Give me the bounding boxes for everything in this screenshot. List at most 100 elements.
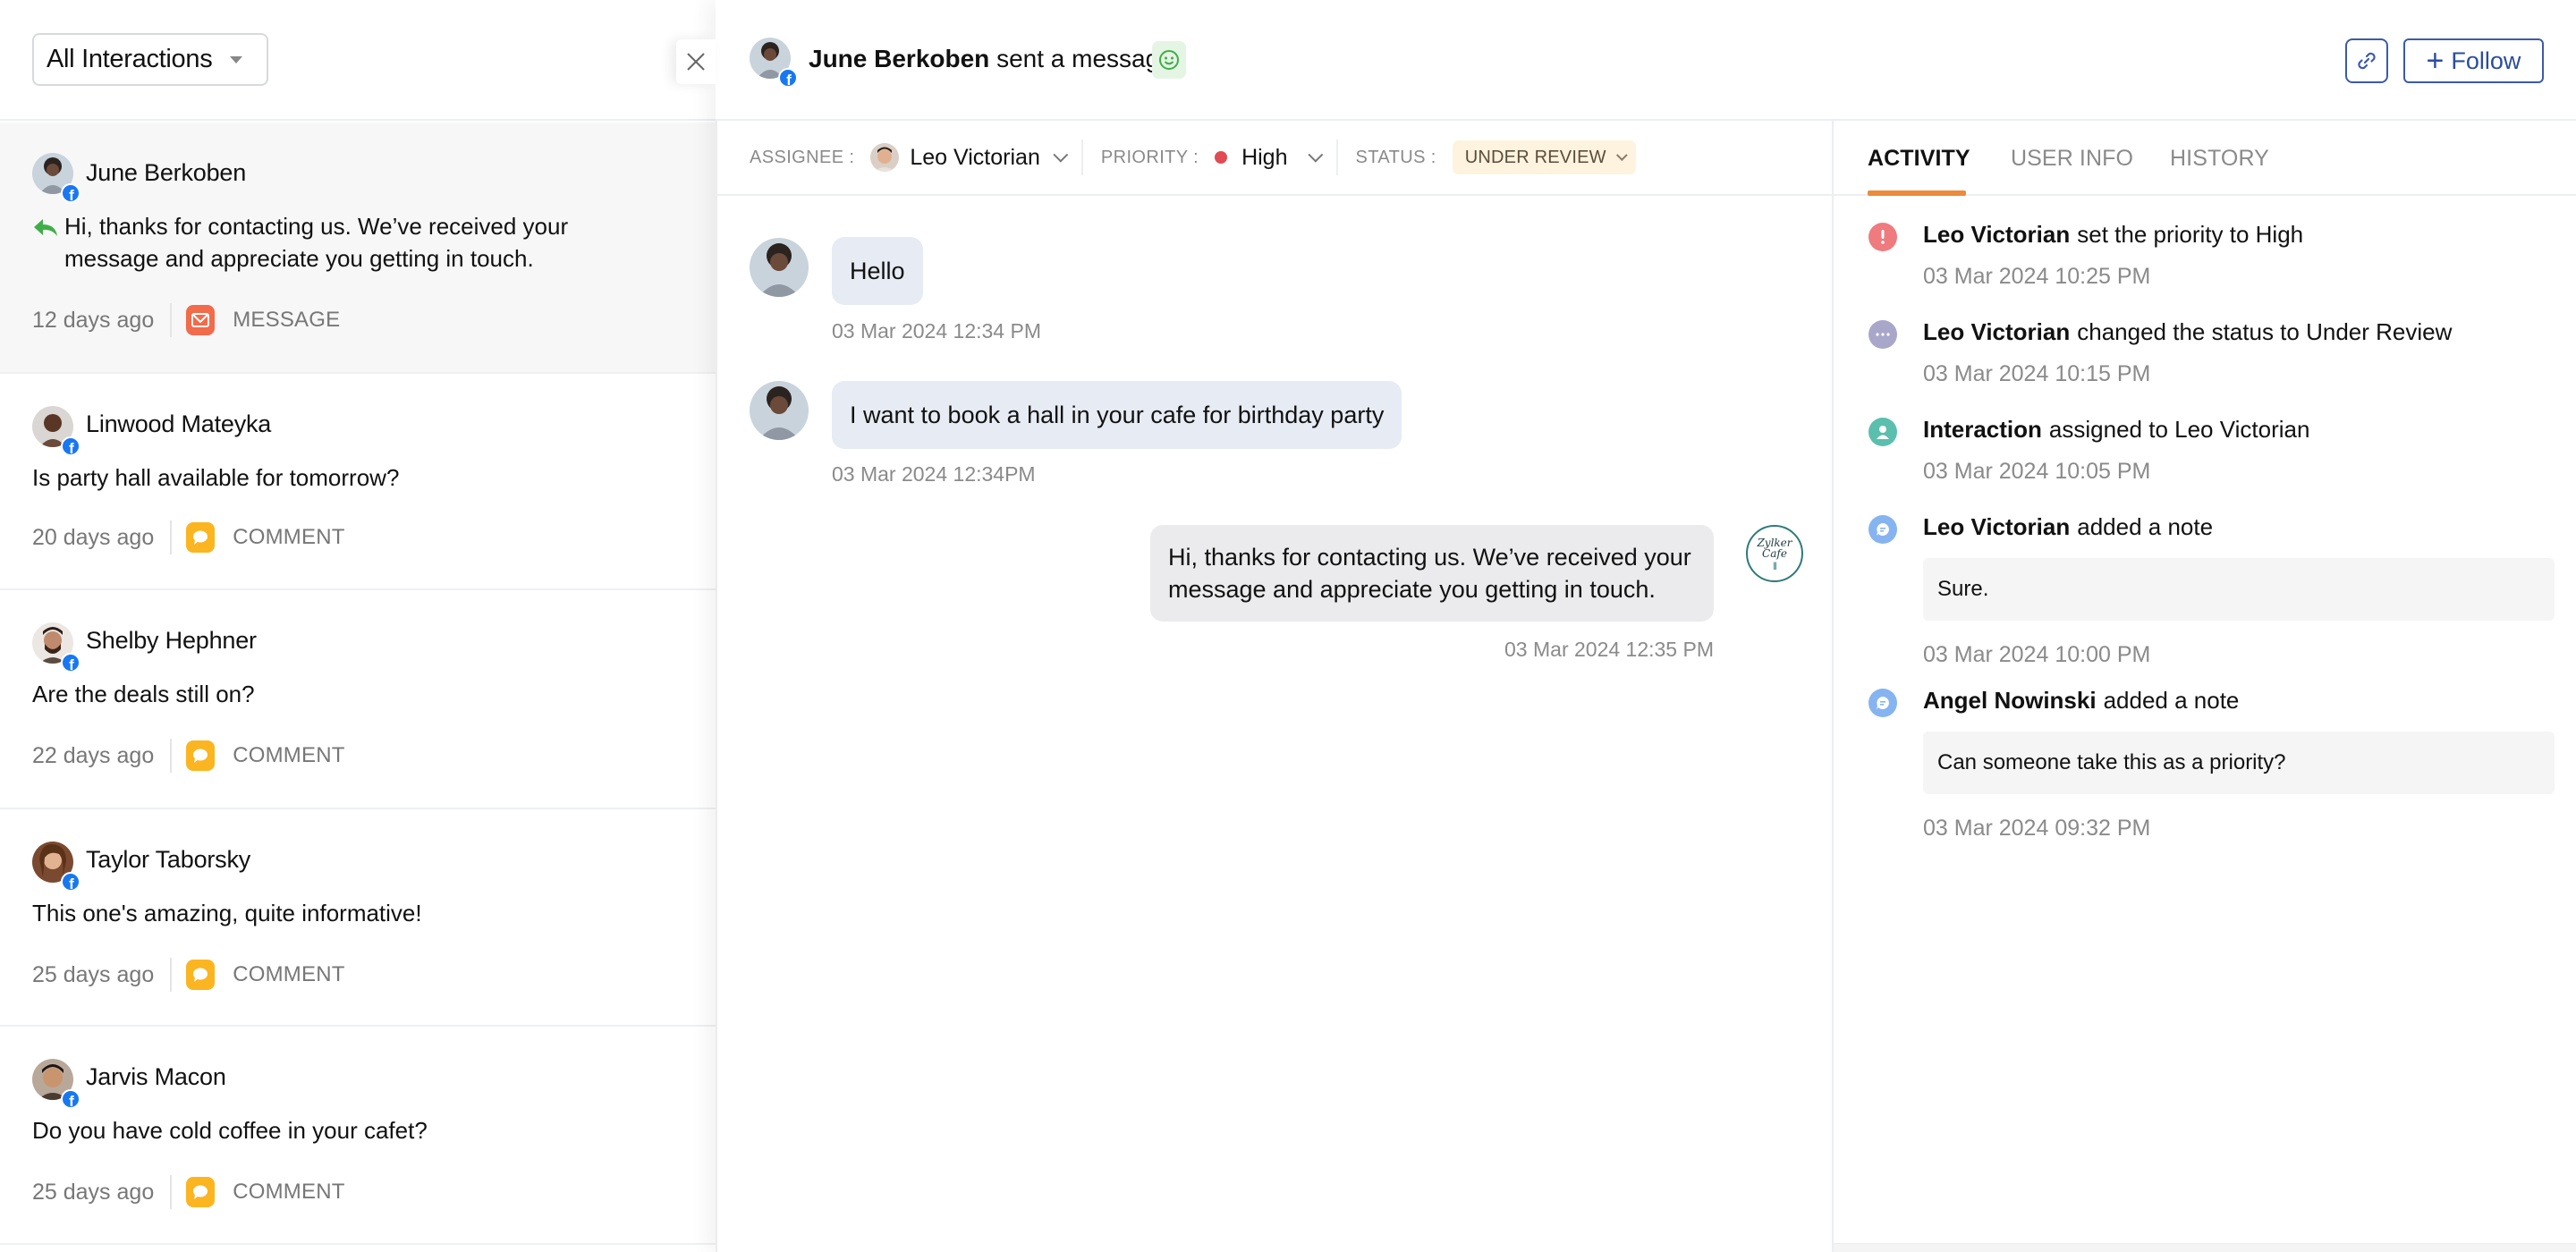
interaction-age: 25 days ago bbox=[32, 1179, 155, 1205]
interactions-panel: All Interactions f June Berkoben Hi, tha… bbox=[0, 0, 716, 1252]
conversation-action: sent a message bbox=[996, 45, 1174, 72]
interaction-message: Are the deals still on? bbox=[32, 681, 255, 707]
interaction-age: 12 days ago bbox=[32, 307, 155, 333]
status-value: UNDER REVIEW bbox=[1464, 147, 1606, 167]
interaction-meta: 25 days ago COMMENT bbox=[32, 958, 345, 992]
brand-name-line2: Cafe bbox=[1762, 547, 1787, 560]
details-tabs: ACTIVITY USER INFO HISTORY bbox=[1834, 121, 2576, 196]
status-dropdown[interactable]: UNDER REVIEW bbox=[1452, 140, 1636, 174]
interaction-meta: 12 days ago MESSAGE bbox=[32, 303, 340, 337]
follow-label: Follow bbox=[2451, 47, 2521, 74]
comment-icon bbox=[186, 740, 216, 771]
interaction-item[interactable]: f June Berkoben Hi, thanks for contactin… bbox=[0, 123, 716, 374]
divider bbox=[1335, 140, 1338, 175]
priority-dropdown[interactable]: High bbox=[1199, 144, 1323, 171]
avatar: f bbox=[32, 622, 80, 673]
interaction-item[interactable]: f Jarvis Macon Do you have cold coffee i… bbox=[0, 1027, 716, 1245]
interaction-message: Hi, thanks for contacting us. We’ve rece… bbox=[64, 213, 569, 272]
close-panel-button[interactable] bbox=[676, 39, 716, 84]
follow-button[interactable]: + Follow bbox=[2403, 38, 2544, 83]
tab-history[interactable]: HISTORY bbox=[2170, 146, 2269, 172]
sender-name[interactable]: June Berkoben bbox=[809, 45, 989, 72]
priority-dot-icon bbox=[1215, 151, 1228, 164]
details-panel: ACTIVITY USER INFO HISTORY Leo Victorian… bbox=[1832, 121, 2576, 1252]
customer-avatar bbox=[750, 381, 809, 440]
assignee-dropdown[interactable]: Leo Victorian bbox=[854, 143, 1069, 172]
interaction-meta: 22 days ago COMMENT bbox=[32, 739, 345, 773]
activity-description: set the priority to High bbox=[2077, 221, 2304, 248]
interaction-type: COMMENT bbox=[233, 525, 345, 549]
note-content: Can someone take this as a priority? bbox=[1923, 732, 2555, 794]
interaction-age: 22 days ago bbox=[32, 742, 155, 768]
message-time: 03 Mar 2024 12:35 PM bbox=[1504, 638, 1714, 661]
interaction-type: MESSAGE bbox=[233, 308, 341, 332]
activity-text: Angel Nowinski added a note bbox=[1923, 687, 2239, 715]
cutlery-icon: ||| bbox=[1772, 561, 1777, 570]
contact-name: Shelby Hephner bbox=[86, 627, 257, 654]
activity-time: 03 Mar 2024 10:25 PM bbox=[1923, 264, 2151, 289]
assignee-value: Leo Victorian bbox=[910, 144, 1040, 170]
caret-down-icon bbox=[230, 55, 243, 63]
facebook-icon: f bbox=[61, 653, 80, 673]
interaction-item[interactable]: f Taylor Taborsky This one's amazing, qu… bbox=[0, 809, 716, 1027]
activity-text: Leo Victorian set the priority to High bbox=[1923, 221, 2303, 249]
message-bubble: I want to book a hall in your cafe for b… bbox=[832, 381, 1402, 449]
more-icon bbox=[1868, 320, 1897, 349]
activity-actor: Interaction bbox=[1923, 416, 2042, 443]
interaction-item[interactable]: f Linwood Mateyka Is party hall availabl… bbox=[0, 374, 716, 590]
assignee-label: ASSIGNEE : bbox=[750, 147, 855, 167]
customer-avatar bbox=[750, 238, 809, 297]
contact-name: Taylor Taborsky bbox=[86, 846, 251, 873]
divider bbox=[170, 958, 173, 992]
facebook-icon: f bbox=[61, 1089, 80, 1109]
interaction-message: Is party hall available for tomorrow? bbox=[32, 464, 400, 491]
divider bbox=[170, 520, 173, 554]
note-icon bbox=[1868, 689, 1897, 717]
divider bbox=[1080, 140, 1083, 175]
activity-description: changed the status to Under Review bbox=[2077, 318, 2453, 345]
reply-bubble: Hi, thanks for contacting us. We’ve rece… bbox=[1150, 525, 1714, 622]
contact-name: Jarvis Macon bbox=[86, 1063, 226, 1090]
comment-icon bbox=[186, 960, 216, 990]
avatar: f bbox=[32, 153, 80, 203]
interaction-age: 25 days ago bbox=[32, 961, 155, 987]
comment-icon bbox=[186, 1177, 216, 1207]
copy-link-button[interactable] bbox=[2345, 38, 2388, 83]
activity-time: 03 Mar 2024 10:00 PM bbox=[1923, 642, 2151, 667]
activity-time: 03 Mar 2024 10:05 PM bbox=[1923, 459, 2151, 484]
note-content: Sure. bbox=[1923, 558, 2555, 621]
activity-actor: Leo Victorian bbox=[1923, 513, 2071, 540]
avatar: f bbox=[32, 1059, 80, 1109]
interaction-filter-dropdown[interactable]: All Interactions bbox=[32, 33, 268, 86]
activity-actor: Angel Nowinski bbox=[1923, 687, 2097, 714]
status-label: STATUS : bbox=[1355, 147, 1436, 167]
interaction-type: COMMENT bbox=[233, 962, 345, 986]
mail-icon bbox=[186, 305, 216, 335]
tab-user-info[interactable]: USER INFO bbox=[2011, 146, 2133, 172]
conversation-title: June Berkoben sent a message bbox=[809, 45, 1174, 73]
activity-actor: Leo Victorian bbox=[1923, 221, 2071, 248]
priority-value: High bbox=[1241, 144, 1288, 170]
avatar: f bbox=[32, 842, 80, 892]
message-time: 03 Mar 2024 12:34 PM bbox=[832, 319, 1041, 343]
activity-description: added a note bbox=[2077, 513, 2214, 540]
interaction-meta: 25 days ago COMMENT bbox=[32, 1175, 345, 1209]
alert-icon bbox=[1868, 223, 1897, 251]
activity-description: assigned to Leo Victorian bbox=[2048, 416, 2310, 443]
tab-activity[interactable]: ACTIVITY bbox=[1868, 146, 1970, 172]
interactions-header: All Interactions bbox=[0, 0, 716, 121]
activity-text: Interaction assigned to Leo Victorian bbox=[1923, 416, 2309, 444]
active-tab-indicator bbox=[1868, 190, 1966, 196]
interaction-type: COMMENT bbox=[233, 743, 345, 767]
interaction-message: Do you have cold coffee in your cafet? bbox=[32, 1117, 428, 1144]
interaction-item[interactable]: f Shelby Hephner Are the deals still on?… bbox=[0, 590, 716, 809]
conversation-thread: Hello 03 Mar 2024 12:34 PM I want to boo… bbox=[716, 196, 1832, 1252]
interaction-message: This one's amazing, quite informative! bbox=[32, 900, 422, 926]
comment-icon bbox=[186, 522, 216, 553]
contact-name: June Berkoben bbox=[86, 159, 247, 186]
close-icon bbox=[687, 53, 705, 71]
properties-toolbar: ASSIGNEE : Leo Victorian PRIORITY : High… bbox=[716, 121, 1832, 196]
facebook-icon: f bbox=[61, 436, 80, 456]
activity-time: 03 Mar 2024 10:15 PM bbox=[1923, 361, 2151, 386]
sentiment-badge bbox=[1152, 41, 1186, 79]
